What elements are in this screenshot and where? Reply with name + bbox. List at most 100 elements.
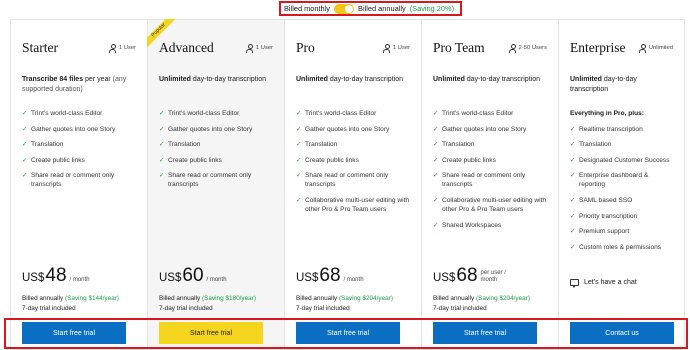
plan-description: Transcribe 84 files per year (any suppor… [22, 75, 136, 105]
price-amount: 68 [456, 265, 478, 286]
desc-bold: Transcribe 84 files [22, 76, 84, 83]
currency: US$ [296, 272, 319, 284]
start-free-trial-button[interactable]: Start free trial [433, 322, 537, 344]
price-amount: 68 [319, 265, 341, 286]
saving-amount: (Saving $180/year) [202, 295, 256, 302]
check-icon: ✓ [22, 172, 28, 180]
plan-users: 1 User [246, 44, 273, 53]
plan-description: Unlimited day-to-day transcription [296, 75, 410, 105]
feature-item: ✓ Custom roles & permissions [570, 243, 662, 251]
price-period: per user / month [480, 269, 506, 283]
feature-item: ✓ Collaborative multi-user editing with o… [296, 196, 410, 213]
desc-rest: day-to-day transcription [190, 76, 266, 83]
feature-item: ✓ Create public links [433, 156, 496, 164]
plan-users-label: 1 User [118, 45, 136, 51]
feature-item: ✓ Share read or comment only transcripts [433, 172, 526, 189]
feature-item: ✓ Translation [22, 141, 64, 149]
contact-us-button[interactable]: Contact us [570, 322, 674, 344]
price-period: / month [69, 277, 90, 283]
check-icon: ✓ [296, 125, 302, 133]
saving-amount: (Saving $204/year) [339, 295, 393, 302]
check-icon: ✓ [433, 172, 439, 180]
plan-card-pro: Pro 1 User Unlimited day-to-day transcri… [284, 19, 421, 350]
feature-item: ✓ Gather quotes into one Story [296, 125, 390, 133]
check-icon: ✓ [22, 110, 28, 117]
chat-label: Let's have a chat [584, 279, 637, 286]
feature-item: ✓ Trint's world-class Editor [22, 110, 103, 117]
price-block: US$ 60 / month Billed annually (Saving $… [159, 265, 276, 312]
user-icon [109, 44, 117, 53]
check-icon: ✓ [296, 172, 302, 180]
billing-switch[interactable] [334, 3, 355, 14]
desc-rest: day-to-day transcription [464, 76, 540, 83]
trial-note: 7-day trial included [22, 305, 76, 312]
currency: US$ [22, 272, 45, 284]
feature-item: ✓ Create public links [296, 156, 359, 164]
price-period: / month [343, 277, 364, 283]
check-icon: ✓ [433, 125, 439, 133]
price-block: US$ 68 / month Billed annually (Saving $… [296, 265, 413, 312]
plan-users-label: Unlimited [648, 45, 673, 51]
start-free-trial-button[interactable]: Start free trial [296, 322, 400, 344]
feature-list: ✓ Trint's world-class Editor ✓ Gather quot… [296, 109, 410, 214]
saving-amount: (Saving $144/year) [65, 295, 119, 302]
popular-ribbon: Popular [147, 19, 181, 53]
billing-note: Billed annually (Saving $144/year) [22, 295, 119, 302]
feature-item: ✓ Share read or comment only transcripts [159, 172, 252, 189]
switch-knob [345, 4, 354, 13]
price-amount: 60 [182, 265, 204, 286]
check-icon: ✓ [159, 141, 165, 149]
check-icon: ✓ [570, 125, 576, 133]
pricing-cards: Starter 1 User Transcribe 84 files per y… [10, 19, 685, 350]
plan-description: Unlimited day-to-day transcription [433, 75, 547, 105]
check-icon: ✓ [433, 196, 439, 204]
trial-note: 7-day trial included [433, 305, 487, 312]
chat-link[interactable]: Let's have a chat [570, 279, 637, 288]
user-icon [246, 44, 254, 53]
desc-bold: Unlimited [159, 76, 191, 83]
feature-item: ✓ Translation [570, 141, 612, 149]
price-period: / month [206, 277, 227, 283]
plan-users-label: 1 User [255, 45, 273, 51]
billing-toggle: Billed monthly Billed annually (Saving 2… [279, 1, 462, 16]
user-icon [383, 44, 391, 53]
plan-card-enterprise: Enterprise Unlimited Unlimited day-to-da… [558, 19, 685, 350]
desc-bold: Unlimited [570, 76, 602, 83]
currency: US$ [433, 272, 456, 284]
feature-item: ✓ Create public links [22, 156, 85, 164]
chat-bubble-icon [570, 279, 579, 288]
popular-badge: Popular [147, 19, 180, 52]
feature-item: ✓ Share read or comment only transcripts [22, 172, 115, 189]
billed-monthly-label[interactable]: Billed monthly [284, 4, 330, 13]
billed-annually-label[interactable]: Billed annually [358, 4, 406, 13]
check-icon: ✓ [296, 156, 302, 164]
plan-users: 1 User [383, 44, 410, 53]
feature-item: ✓ Gather quotes into one Story [159, 125, 253, 133]
check-icon: ✓ [570, 156, 576, 164]
feature-list: ✓ Trint's world-class Editor ✓ Gather quot… [433, 109, 547, 230]
annual-saving-label: (Saving 20%) [409, 4, 455, 13]
check-icon: ✓ [159, 110, 165, 117]
price-amount: 48 [45, 265, 67, 286]
check-icon: ✓ [159, 125, 165, 133]
users-icon [639, 44, 647, 53]
check-icon: ✓ [22, 125, 28, 133]
check-icon: ✓ [433, 141, 439, 149]
feature-list: ✓ Trint's world-class Editor ✓ Gather quot… [159, 109, 273, 189]
plan-users: 2-50 Users [509, 44, 547, 53]
feature-item: ✓ Collaborative multi-user editing with o… [433, 196, 547, 213]
plan-users-label: 2-50 Users [518, 45, 547, 51]
trial-note: 7-day trial included [159, 305, 213, 312]
feature-item: ✓ Share read or comment only transcripts [296, 172, 389, 189]
price-block: US$ 48 / month Billed annually (Saving $… [22, 265, 139, 312]
feature-item: ✓ Enterprise dashboard & reporting [570, 172, 649, 189]
plan-name: Enterprise [570, 40, 626, 55]
feature-item: ✓ Priority transcription [570, 212, 638, 220]
feature-item: ✓ Translation [433, 141, 475, 149]
billing-note: Billed annually (Saving $204/year) [296, 295, 393, 302]
check-icon: ✓ [22, 141, 28, 149]
plan-card-advanced: Popular Advanced 1 User Unlimited day-to… [147, 19, 284, 350]
start-free-trial-button[interactable]: Start free trial [159, 322, 263, 344]
plan-card-pro-team: Pro Team 2-50 Users Unlimited day-to-day… [421, 19, 558, 350]
start-free-trial-button[interactable]: Start free trial [22, 322, 126, 344]
